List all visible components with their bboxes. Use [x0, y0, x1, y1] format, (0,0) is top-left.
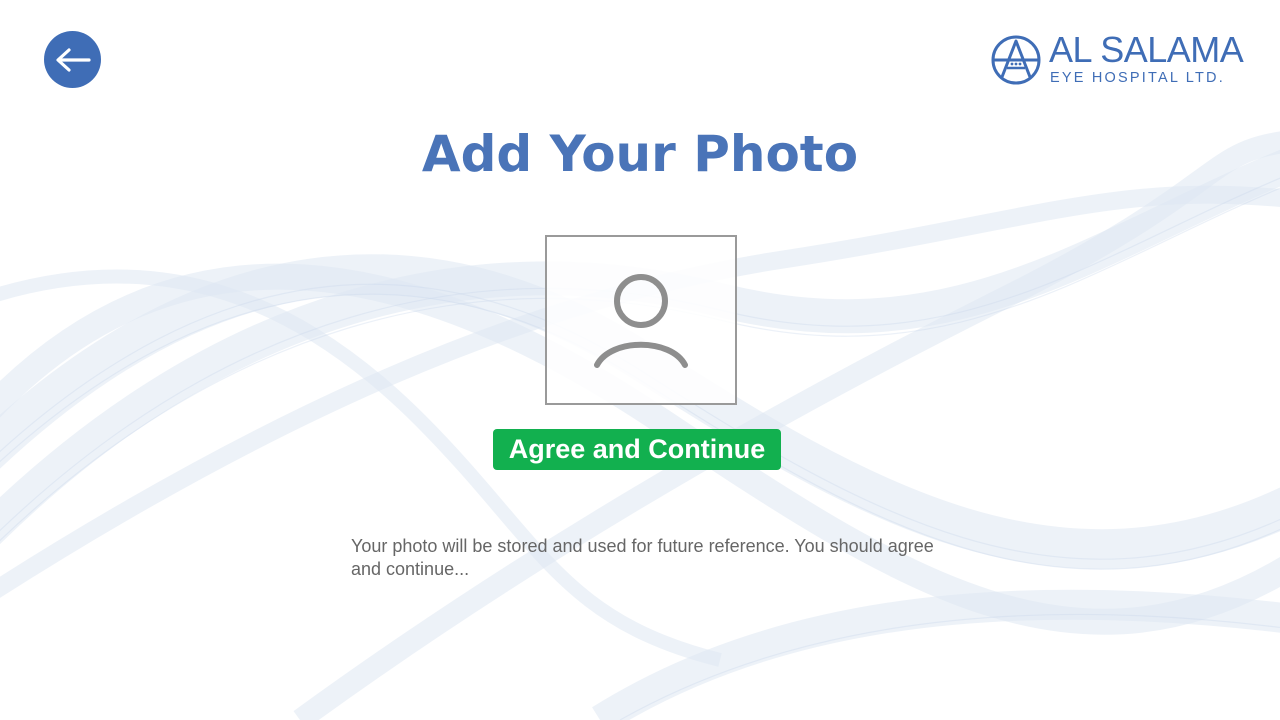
agree-and-continue-button[interactable]: Agree and Continue: [493, 429, 781, 470]
arrow-left-icon: [55, 47, 91, 72]
hospital-logo: AL SALAMA EYE HOSPITAL LTD.: [990, 29, 1244, 88]
photo-placeholder[interactable]: [545, 235, 737, 405]
photo-notice-text: Your photo will be stored and used for f…: [351, 536, 934, 579]
logo-emblem-icon: [991, 35, 1041, 85]
page-title: Add Your Photo: [421, 125, 859, 183]
logo-name: AL SALAMA: [1049, 29, 1244, 70]
logo-subtitle: EYE HOSPITAL LTD.: [1050, 70, 1225, 86]
screen: AL SALAMA EYE HOSPITAL LTD. Add Your Pho…: [0, 0, 1280, 720]
user-avatar-icon: [594, 274, 688, 368]
back-button[interactable]: [44, 31, 101, 88]
